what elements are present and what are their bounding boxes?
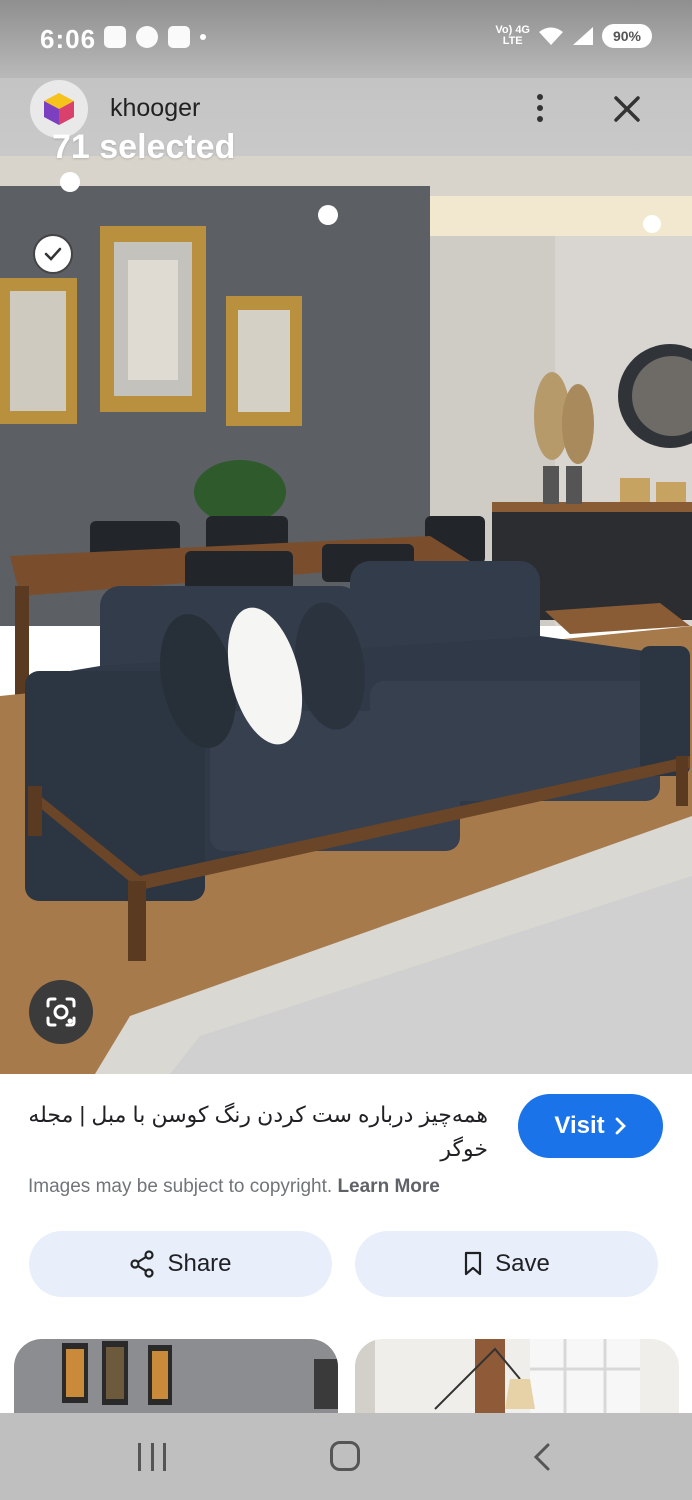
check-icon	[44, 247, 62, 261]
living-room-photo	[0, 156, 692, 1074]
gallery-icon	[104, 26, 126, 48]
learn-more-link[interactable]: Learn More	[337, 1176, 439, 1197]
result-title[interactable]: همه‌چیز درباره ست کردن رنگ کوسن با مبل |…	[28, 1098, 488, 1166]
share-icon	[130, 1250, 155, 1278]
save-button[interactable]: Save	[355, 1231, 658, 1297]
back-icon[interactable]	[526, 1441, 556, 1473]
alert-icon	[168, 26, 190, 48]
status-right: Vo) 4G LTE 90%	[495, 24, 652, 48]
more-notifications-icon	[200, 34, 206, 40]
copyright-text: Images may be subject to copyright.	[28, 1176, 333, 1197]
google-lens-icon	[46, 997, 76, 1027]
chevron-right-icon	[615, 1117, 626, 1135]
save-label: Save	[495, 1250, 550, 1277]
status-bar: 6:06 Vo) 4G LTE 90%	[0, 0, 692, 78]
visit-label: Visit	[554, 1112, 605, 1139]
notification-icons	[104, 26, 206, 48]
system-nav-bar	[0, 1413, 692, 1500]
signal-icon	[573, 27, 593, 45]
lens-button[interactable]	[29, 980, 93, 1044]
wifi-icon	[539, 27, 563, 45]
copyright-notice: Images may be subject to copyright. Lear…	[28, 1176, 440, 1198]
battery-indicator: 90%	[602, 24, 652, 48]
status-time: 6:06	[40, 24, 97, 54]
site-name[interactable]: khooger	[110, 94, 200, 123]
selected-count: 71 selected	[52, 128, 236, 166]
close-icon[interactable]	[604, 86, 650, 132]
share-label: Share	[167, 1250, 232, 1277]
main-image[interactable]	[0, 156, 692, 1074]
recents-icon[interactable]	[138, 1443, 166, 1471]
visit-button[interactable]: Visit	[518, 1094, 663, 1158]
share-button[interactable]: Share	[29, 1231, 332, 1297]
home-icon[interactable]	[330, 1441, 360, 1471]
bookmark-icon	[465, 1251, 482, 1276]
messenger-icon	[136, 26, 158, 48]
select-checkbox[interactable]	[33, 234, 73, 274]
more-vert-icon[interactable]	[520, 88, 560, 128]
network-label: Vo) 4G LTE	[495, 24, 530, 47]
